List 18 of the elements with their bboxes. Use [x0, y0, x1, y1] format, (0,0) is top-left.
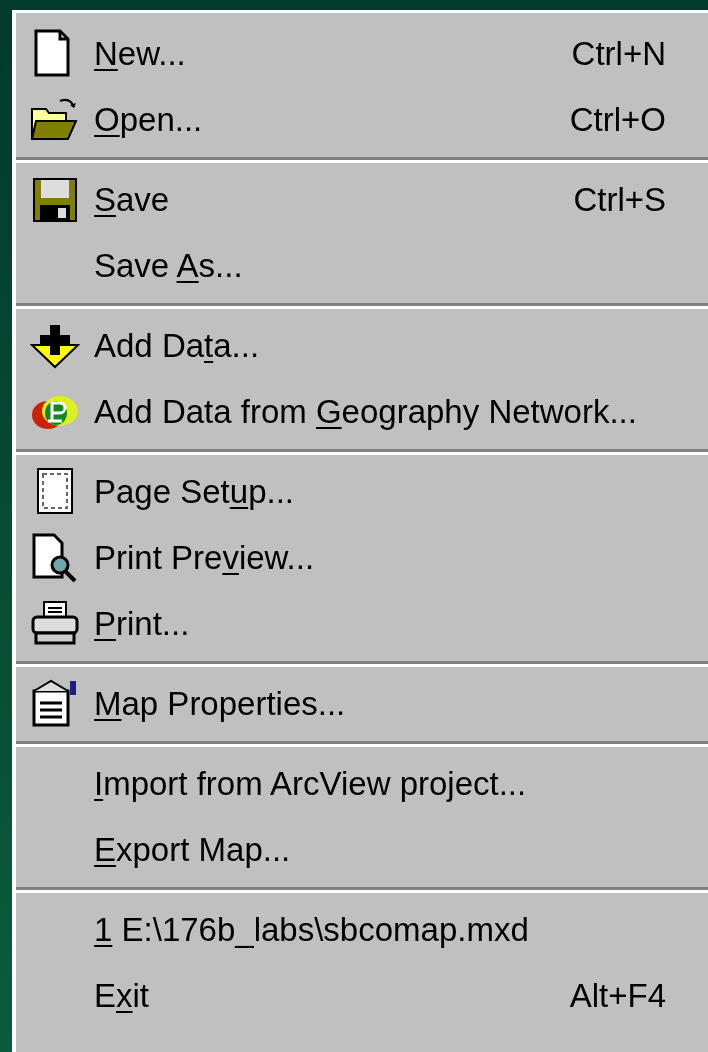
shortcut-label: Ctrl+O: [569, 101, 666, 139]
menu-item[interactable]: Map Properties...: [16, 671, 708, 737]
menu-item[interactable]: Print...: [16, 591, 708, 657]
menu-item[interactable]: Save As...: [16, 233, 708, 299]
menu-item[interactable]: Export Map...: [16, 817, 708, 883]
menu-item[interactable]: Exit Alt+F4: [16, 963, 708, 1029]
menu-item[interactable]: 1 E:\176b_labs\sbcomap.mxd: [16, 897, 708, 963]
menu-item[interactable]: Add Data from Geography Network...: [16, 379, 708, 445]
menu-item[interactable]: Open... Ctrl+O: [16, 87, 708, 153]
menu-item[interactable]: Import from ArcView project...: [16, 751, 708, 817]
shortcut-label: Ctrl+S: [573, 181, 666, 219]
menu-item[interactable]: Print Preview...: [16, 525, 708, 591]
menu-item[interactable]: Add Data...: [16, 313, 708, 379]
shortcut-label: Ctrl+N: [571, 35, 666, 73]
menu-item[interactable]: New... Ctrl+N: [16, 21, 708, 87]
shortcut-label: Alt+F4: [569, 977, 666, 1015]
menu-item[interactable]: Page Setup...: [16, 459, 708, 525]
menu-item[interactable]: Save Ctrl+S: [16, 167, 708, 233]
